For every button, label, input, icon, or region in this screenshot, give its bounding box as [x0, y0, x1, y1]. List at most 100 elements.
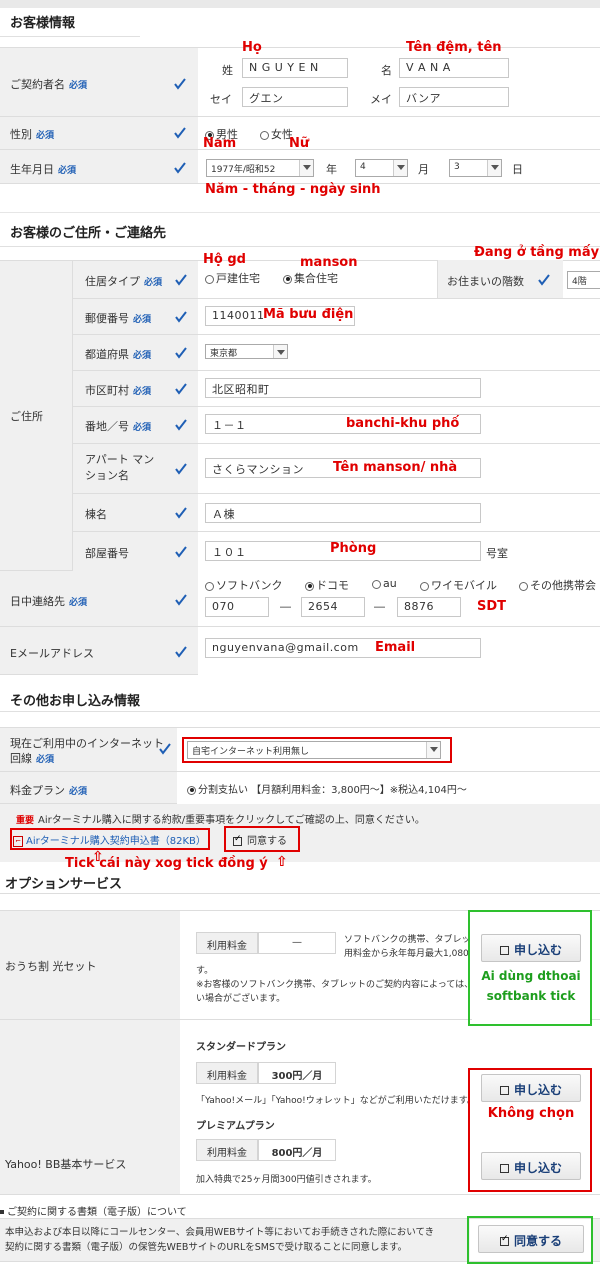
sei-label: 姓	[222, 64, 233, 77]
radio-collective[interactable]: 集合住宅	[283, 270, 338, 286]
phone-input-1[interactable]: 070	[205, 597, 269, 617]
apt-label: アパート マンション名	[85, 453, 155, 482]
dash: ―	[374, 600, 385, 613]
row-divider	[72, 531, 600, 532]
radio-icon[interactable]	[305, 581, 314, 591]
divider	[0, 212, 600, 213]
city-input[interactable]: 北区昭和町	[205, 378, 481, 398]
radio-icon[interactable]	[205, 581, 214, 591]
radio-icon[interactable]	[260, 130, 269, 140]
radio-au[interactable]: au	[372, 577, 397, 590]
radio-docomo[interactable]: ドコモ	[305, 577, 349, 593]
section-title-options: オプションサービス	[5, 877, 123, 892]
gender-label: 性別 必須	[10, 128, 55, 141]
check-icon	[538, 274, 550, 286]
plan-radio[interactable]: 分割支払い 【月額利用料金：3,800円〜】※税込4,104円〜	[187, 781, 467, 796]
note-floor: Đang ở tầng mấy	[474, 245, 600, 260]
meikana-input[interactable]: バンア	[399, 87, 509, 107]
radio-icon[interactable]	[187, 785, 196, 795]
address-label: ご住所	[10, 410, 43, 423]
radio-icon[interactable]	[283, 274, 292, 284]
bldg-input[interactable]: Ａ棟	[205, 503, 481, 523]
email-input[interactable]: nguyenvana@gmail.com	[205, 638, 481, 658]
internet-label: 現在ご利用中のインターネット	[10, 737, 164, 750]
check-icon	[174, 162, 186, 174]
radio-icon[interactable]	[420, 581, 429, 591]
radio-icon[interactable]	[205, 274, 214, 284]
note-nu: Nữ	[289, 136, 310, 151]
arrow-up-icon: ⇧	[276, 854, 288, 870]
check-icon	[175, 274, 187, 286]
note-room: Phòng	[330, 541, 377, 556]
check-icon	[175, 646, 187, 658]
ouchi-desc-5: い場合がございます。	[196, 994, 286, 1004]
row-divider	[72, 406, 600, 407]
std-plan-title: スタンダードプラン	[196, 1042, 286, 1053]
ouchi-label: おうち割 光セット	[5, 960, 97, 973]
radio-detached[interactable]: 戸建住宅	[205, 270, 260, 286]
note-mansion-name: Tên manson/ nhà	[333, 460, 458, 475]
row-divider	[72, 370, 600, 371]
phone-input-2[interactable]: 2654	[301, 597, 365, 617]
note-hogd: Hộ gd	[203, 252, 246, 267]
ouchi-desc-1: ソフトバンクの携帯、タブレッ	[344, 935, 471, 945]
note-banchi: banchi-khu phố	[346, 416, 460, 431]
day-unit: 日	[512, 163, 523, 176]
check-icon	[175, 419, 187, 431]
section-title-address: お客様のご住所・ご連絡先	[10, 226, 167, 241]
chevron-down-icon	[299, 160, 313, 176]
mei-input[interactable]: V A N A	[399, 58, 509, 78]
bldg-label: 棟名	[85, 508, 107, 521]
annotation-green-box	[467, 1216, 593, 1264]
check-icon	[159, 743, 171, 755]
premium-desc: 加入特典で25ヶ月間300円値引きされます。	[196, 1175, 377, 1185]
check-icon	[175, 507, 187, 519]
check-icon	[175, 546, 187, 558]
floor-select[interactable]: 4階	[567, 271, 600, 289]
note-ho: Họ	[242, 40, 262, 55]
docs-text-2: 契約に関する書類（電子版）の保管先WEBサイトのURLをSMSで受け取ることに同…	[5, 1242, 408, 1253]
radio-icon[interactable]	[372, 579, 381, 589]
year-select[interactable]: 1977年/昭和52	[206, 159, 314, 177]
note-dob: Năm - tháng - ngày sinh	[205, 182, 381, 197]
email-label: Eメールアドレス	[10, 647, 94, 660]
pref-select[interactable]: 東京都	[205, 344, 288, 359]
chevron-down-icon	[273, 345, 287, 358]
top-band	[0, 0, 600, 8]
radio-icon[interactable]	[519, 581, 528, 591]
seikana-input[interactable]: グエン	[242, 87, 348, 107]
phone-input-3[interactable]: 8876	[397, 597, 461, 617]
ouchi-fee-label: 利用料金	[196, 932, 258, 954]
check-icon	[174, 78, 186, 90]
pref-label: 都道府県 必須	[85, 348, 152, 361]
sei-input[interactable]: N G U Y E N	[242, 58, 348, 78]
room-unit: 号室	[486, 547, 508, 560]
radio-softbank[interactable]: ソフトバンク	[205, 577, 283, 593]
important-text: 重要 Airターミナル購入に関する約款/重要事項をクリックしてご確認の上、同意くだ…	[16, 815, 425, 826]
contract-label: ご契約者名 必須	[10, 78, 88, 91]
std-fee-label: 利用料金	[196, 1062, 258, 1084]
docs-text-1: 本申込および本日以降にコールセンター、会員用WEBサイト等においてお手続きされた…	[5, 1227, 435, 1238]
note-postal: Mã bưu điện	[263, 307, 354, 322]
floor-label: お住まいの階数	[447, 275, 524, 288]
yahoo-label: Yahoo! BB基本サービス	[5, 1158, 127, 1171]
divider	[0, 711, 600, 712]
gender-input-cell	[198, 117, 600, 150]
divider	[0, 893, 600, 894]
premium-plan-title: プレミアムプラン	[196, 1121, 275, 1132]
note-khong: Không chọn	[487, 1106, 575, 1121]
note-sdt: SDT	[477, 599, 507, 614]
mei-label: 名	[381, 64, 392, 77]
note-tick: Tick cái này xog tick đồng ý	[65, 856, 268, 871]
ouchi-fee-value: —	[258, 932, 336, 954]
chevron-down-icon	[487, 160, 501, 176]
address-sub-label-col	[72, 260, 198, 571]
radio-ymobile[interactable]: ワイモバイル	[420, 577, 497, 593]
docs-title: ご契約に関する書類（電子版）について	[0, 1203, 187, 1218]
row-divider	[72, 334, 600, 335]
note-manson: manson	[300, 255, 358, 270]
day-select[interactable]: 3	[449, 159, 502, 177]
annotation-red-box	[10, 828, 210, 850]
radio-other-carrier[interactable]: その他携帯会	[519, 577, 596, 593]
month-select[interactable]: 4	[355, 159, 408, 177]
